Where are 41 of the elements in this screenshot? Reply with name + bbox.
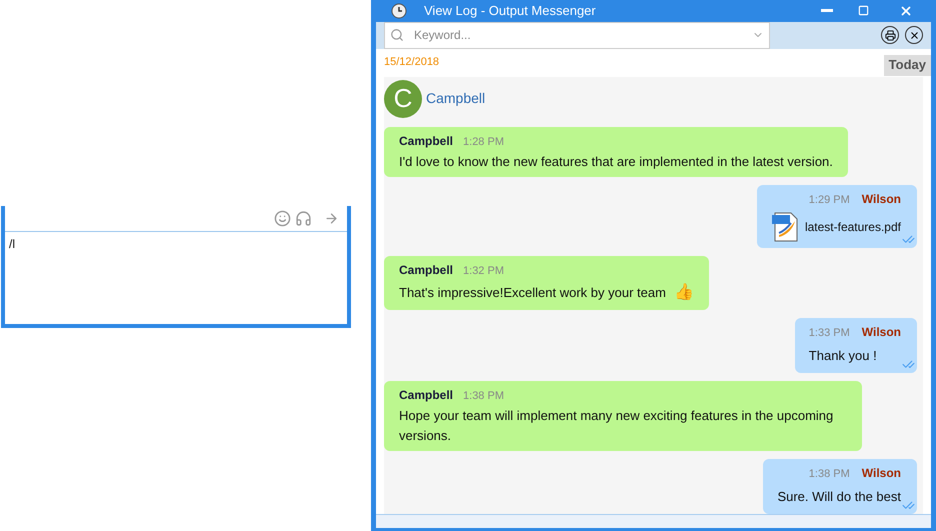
message-time: 1:33 PM bbox=[808, 326, 850, 342]
message-text: I'd love to know the new features that are implemented in the latest version. bbox=[399, 153, 833, 172]
close-icon bbox=[908, 30, 920, 41]
message-text: Thank you ! bbox=[808, 348, 877, 363]
sender-name: Wilson bbox=[862, 324, 901, 342]
message-input-field[interactable]: /l bbox=[5, 232, 347, 256]
close-icon bbox=[899, 4, 913, 18]
message-time: 1:38 PM bbox=[463, 388, 504, 404]
print-button[interactable] bbox=[881, 26, 899, 44]
message-time: 1:29 PM bbox=[808, 193, 850, 208]
sender-name: Campbell bbox=[399, 132, 454, 150]
message-text: That's impressive!Excellent work by your team bbox=[399, 284, 666, 302]
search-icon bbox=[390, 28, 404, 42]
sender-name: Wilson bbox=[862, 191, 901, 208]
double-check-icon bbox=[902, 232, 915, 246]
thumbs-up-emoji: 👍 bbox=[674, 282, 694, 304]
message-text: Hope your team will implement many new exciting features in the upcoming versions. bbox=[399, 407, 834, 446]
window-title: View Log - Output Messenger bbox=[424, 2, 596, 20]
double-check-icon bbox=[902, 498, 915, 512]
message-text: Sure. Will do the best bbox=[777, 488, 901, 504]
today-button[interactable]: Today bbox=[884, 54, 931, 76]
sender-name: Campbell bbox=[399, 386, 454, 404]
arrow-right-icon[interactable] bbox=[324, 211, 339, 226]
message-time: 1:28 PM bbox=[463, 134, 504, 150]
printer-icon bbox=[884, 30, 896, 41]
double-check-icon bbox=[902, 358, 915, 371]
message-time: 1:32 PM bbox=[463, 264, 504, 279]
search-field[interactable]: Keyword... bbox=[384, 22, 770, 49]
contact-name[interactable]: Campbell bbox=[426, 88, 486, 110]
close-log-button[interactable] bbox=[905, 26, 923, 44]
sender-name: Campbell bbox=[399, 262, 454, 279]
maximize-icon bbox=[858, 5, 868, 16]
minimize-icon bbox=[821, 9, 833, 12]
emoji-icon[interactable] bbox=[274, 210, 291, 227]
headset-icon[interactable] bbox=[295, 210, 312, 227]
message-time: 1:38 PM bbox=[808, 467, 850, 482]
sender-name: Wilson bbox=[862, 465, 901, 482]
contact-avatar: C bbox=[384, 80, 422, 118]
attachment-filename[interactable]: latest-features.pdf bbox=[804, 218, 901, 236]
clock-icon bbox=[391, 2, 407, 19]
log-date: 15/12/2018 bbox=[384, 54, 440, 70]
